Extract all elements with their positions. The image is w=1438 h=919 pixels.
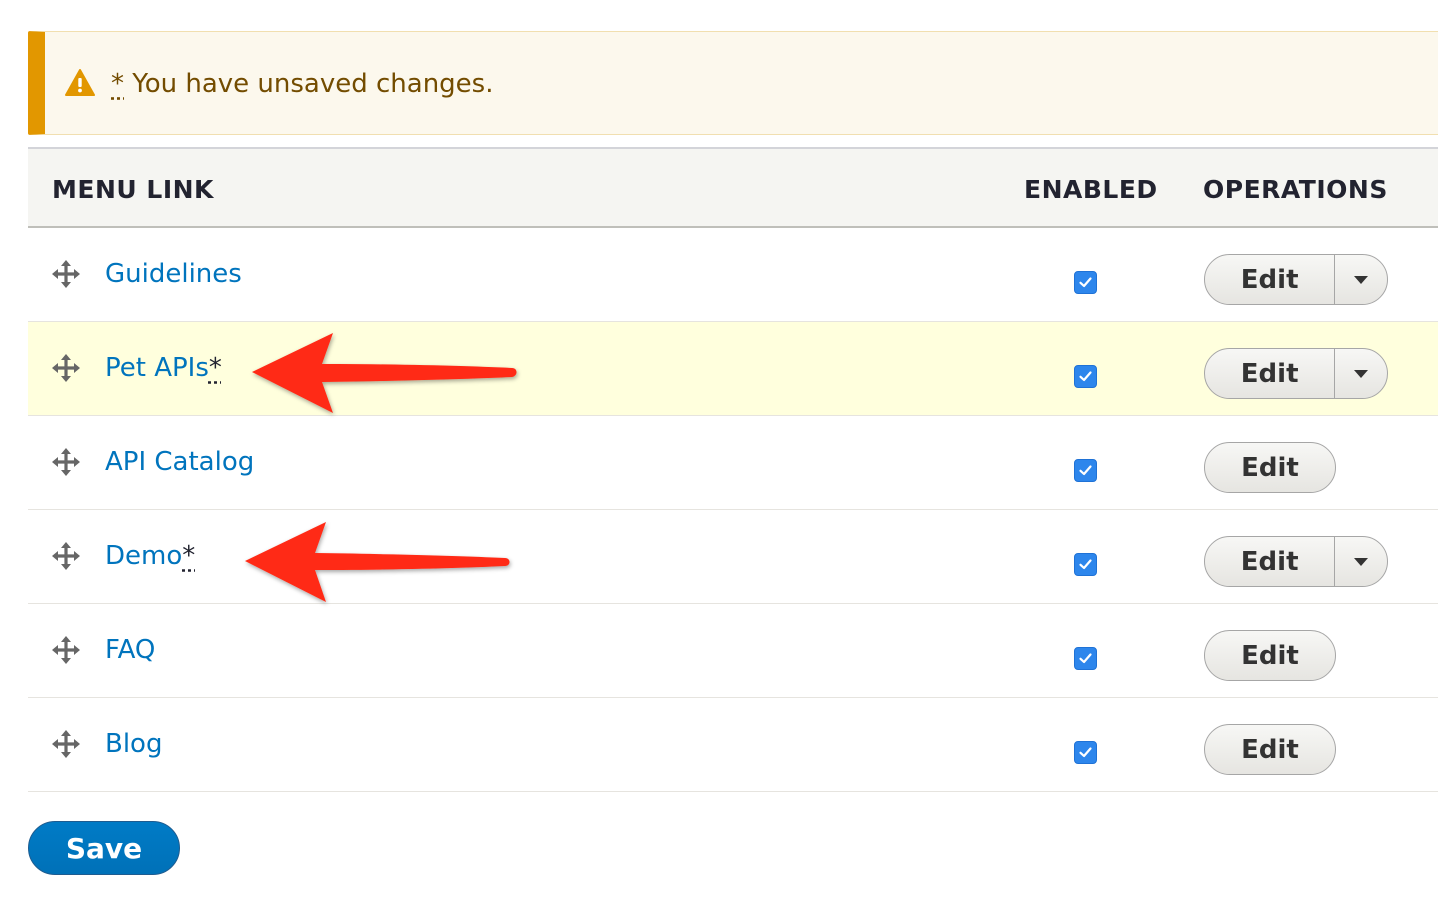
- dropdown-toggle-button[interactable]: [1334, 349, 1387, 398]
- menu-links-table: MENU LINK ENABLED OPERATIONS Guidelines E…: [28, 147, 1438, 792]
- operations-dropbutton: Edit: [1204, 348, 1388, 399]
- operations-dropbutton: Edit: [1204, 536, 1388, 587]
- table-row: FAQ Edit: [28, 604, 1438, 698]
- changed-marker: *: [182, 541, 196, 571]
- enabled-checkbox[interactable]: [1074, 741, 1097, 764]
- menu-link-title[interactable]: Blog: [105, 727, 162, 761]
- table-row: Demo* Edit: [28, 510, 1438, 604]
- header-operations: OPERATIONS: [1203, 175, 1388, 204]
- menu-link-title[interactable]: FAQ: [105, 633, 155, 667]
- menu-link-title[interactable]: API Catalog: [105, 445, 254, 479]
- changed-marker: *: [208, 353, 222, 383]
- operations-dropbutton: Edit: [1204, 630, 1336, 681]
- drag-handle-icon[interactable]: [52, 354, 80, 382]
- dropdown-toggle-button[interactable]: [1334, 537, 1387, 586]
- edit-button[interactable]: Edit: [1205, 443, 1335, 492]
- enabled-checkbox[interactable]: [1074, 553, 1097, 576]
- menu-link-label: Demo: [105, 541, 183, 571]
- table-row: Guidelines Edit: [28, 228, 1438, 322]
- menu-link-label: Guidelines: [105, 259, 242, 289]
- caret-down-icon: [1354, 369, 1369, 378]
- table-row: Blog Edit: [28, 698, 1438, 792]
- checkmark-icon: [1079, 277, 1092, 288]
- menu-link-title[interactable]: Demo*: [105, 539, 195, 573]
- drag-handle-icon[interactable]: [52, 636, 80, 664]
- drag-handle-icon[interactable]: [52, 260, 80, 288]
- drag-handle-icon[interactable]: [52, 542, 80, 570]
- drag-handle-icon[interactable]: [52, 448, 80, 476]
- enabled-checkbox[interactable]: [1074, 459, 1097, 482]
- menu-link-label: Pet APIs: [105, 353, 209, 383]
- header-enabled: ENABLED: [1024, 175, 1158, 204]
- drag-handle-icon[interactable]: [52, 730, 80, 758]
- operations-dropbutton: Edit: [1204, 254, 1388, 305]
- table-body: Guidelines Edit Pet APIs* Edit API Catalog Ed…: [28, 228, 1438, 792]
- enabled-checkbox[interactable]: [1074, 365, 1097, 388]
- edit-button[interactable]: Edit: [1205, 349, 1334, 398]
- edit-button[interactable]: Edit: [1205, 631, 1335, 680]
- menu-link-label: Blog: [105, 729, 163, 759]
- edit-button[interactable]: Edit: [1205, 725, 1335, 774]
- warning-icon: [65, 69, 95, 96]
- header-menu-link: MENU LINK: [52, 175, 214, 204]
- warning-message-text: You have unsaved changes.: [124, 69, 494, 99]
- table-row: API Catalog Edit: [28, 416, 1438, 510]
- warning-message: * You have unsaved changes.: [111, 67, 493, 101]
- checkmark-icon: [1079, 747, 1092, 758]
- enabled-checkbox[interactable]: [1074, 271, 1097, 294]
- menu-edit-page: * You have unsaved changes. MENU LINK EN…: [0, 0, 1438, 919]
- edit-button[interactable]: Edit: [1205, 255, 1334, 304]
- save-button[interactable]: Save: [28, 821, 180, 875]
- table-row: Pet APIs* Edit: [28, 322, 1438, 416]
- operations-dropbutton: Edit: [1204, 724, 1336, 775]
- menu-link-title[interactable]: Pet APIs*: [105, 351, 222, 385]
- checkmark-icon: [1079, 465, 1092, 476]
- enabled-checkbox[interactable]: [1074, 647, 1097, 670]
- menu-link-label: API Catalog: [105, 447, 255, 477]
- menu-link-label: FAQ: [105, 635, 156, 665]
- dropdown-toggle-button[interactable]: [1334, 255, 1387, 304]
- edit-button[interactable]: Edit: [1205, 537, 1334, 586]
- checkmark-icon: [1079, 653, 1092, 664]
- checkmark-icon: [1079, 559, 1092, 570]
- table-header: MENU LINK ENABLED OPERATIONS: [28, 147, 1438, 228]
- menu-link-title[interactable]: Guidelines: [105, 257, 242, 291]
- checkmark-icon: [1079, 371, 1092, 382]
- unsaved-changes-warning: * You have unsaved changes.: [28, 31, 1438, 135]
- caret-down-icon: [1354, 275, 1369, 284]
- operations-dropbutton: Edit: [1204, 442, 1336, 493]
- caret-down-icon: [1354, 557, 1369, 566]
- changed-marker: *: [111, 69, 124, 99]
